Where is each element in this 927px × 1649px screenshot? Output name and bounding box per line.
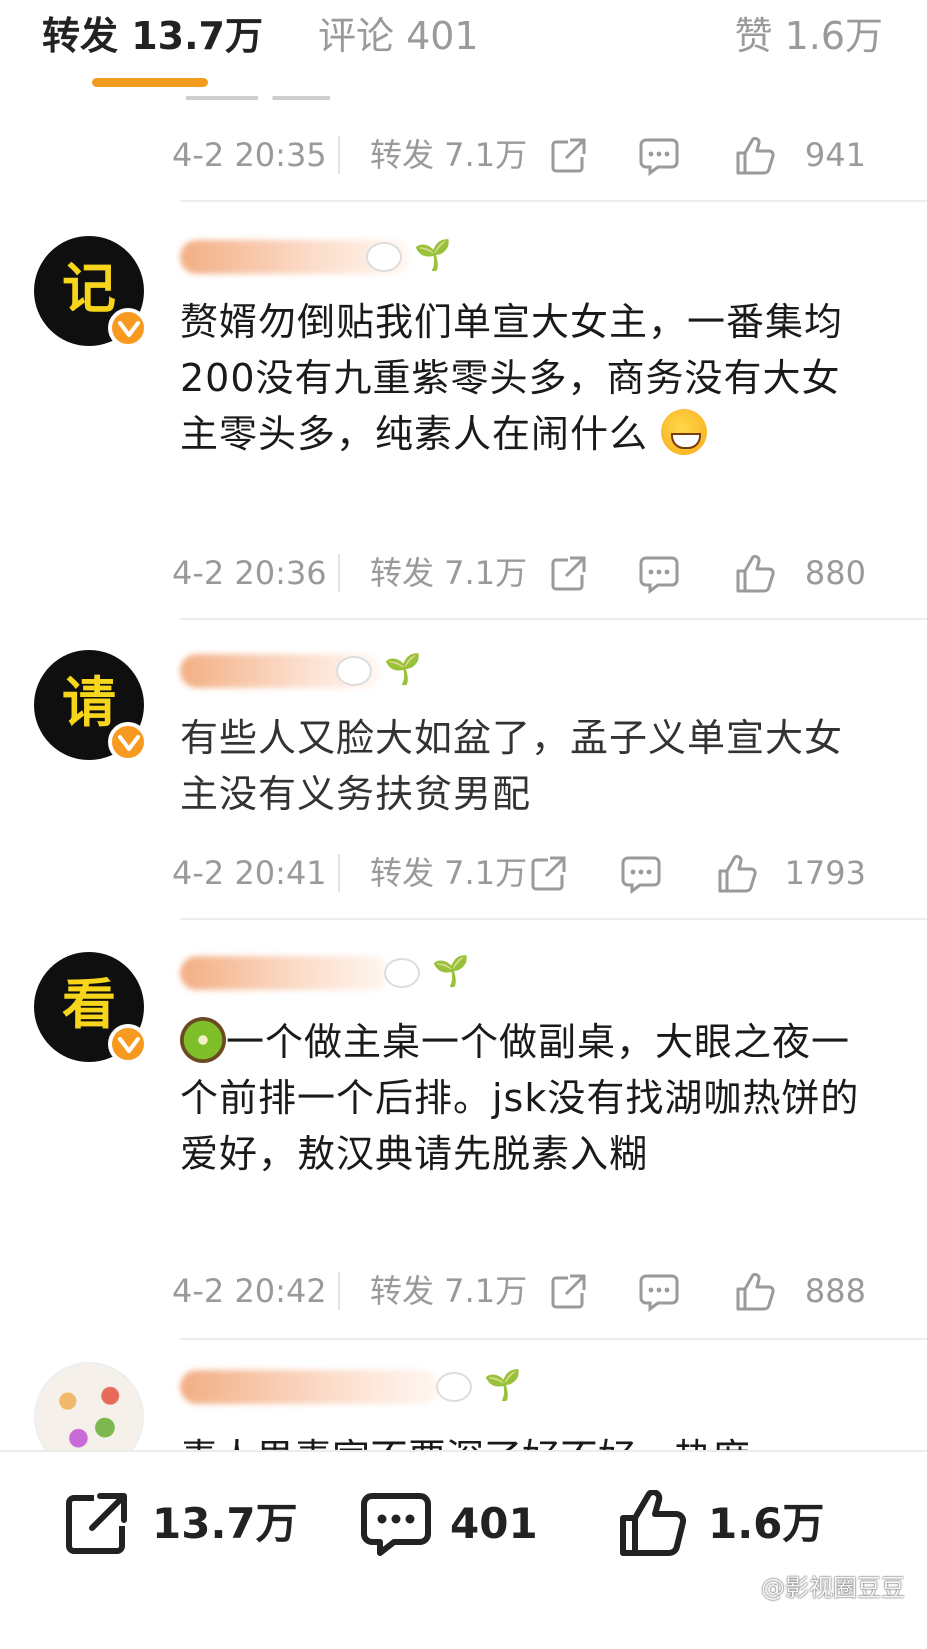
username-blurred[interactable]: 🌱: [180, 650, 422, 694]
kiwi-emoji: [180, 1017, 226, 1063]
share-icon: [66, 1493, 127, 1554]
fan-badge-icon: [436, 1372, 472, 1402]
comment-time: 4-2 20:36: [172, 554, 327, 592]
comment-meta: 4-2 20:41 转发 7.1万 1793: [172, 848, 866, 898]
like-icon[interactable]: [734, 1272, 776, 1326]
tab-reposts[interactable]: 转发 13.7万: [42, 8, 263, 64]
repost-count[interactable]: 转发 7.1万: [370, 1266, 527, 1316]
active-tab-indicator: [92, 78, 208, 87]
comment-text: 赘婿勿倒贴我们单宣大女主，一番集均200没有九重紫零头多，商务没有大女主零头多，…: [180, 300, 844, 456]
like-icon[interactable]: [734, 136, 776, 190]
comment-icon[interactable]: [620, 854, 662, 908]
divider: [180, 1338, 927, 1340]
comment-icon[interactable]: [638, 554, 680, 608]
watermark: @影视圈豆豆: [761, 1574, 905, 1602]
sprout-icon: 🌱: [414, 238, 452, 273]
share-icon[interactable]: [548, 554, 588, 608]
fan-badge-icon: [366, 242, 402, 272]
avatar[interactable]: 看: [34, 952, 148, 1064]
comment-button[interactable]: 401: [360, 1484, 560, 1564]
comment-time: 4-2 20:42: [172, 1272, 327, 1310]
like-icon: [620, 1490, 687, 1557]
tab-bar: 转发 13.7万 评论 401 赞 1.6万: [0, 0, 927, 96]
sprout-icon: 🌱: [484, 1368, 522, 1403]
comment-text: 一个做主桌一个做副桌，大眼之夜一个前排一个后排。jsk没有找湖咖热饼的爱好，敖汉…: [180, 1014, 860, 1182]
comment-meta: 4-2 20:35 转发 7.1万 941: [172, 130, 866, 180]
comment-icon: [361, 1493, 431, 1556]
avatar[interactable]: 记: [34, 236, 148, 348]
fan-badge-icon: [384, 958, 420, 988]
repost-count[interactable]: 转发 7.1万: [370, 548, 527, 598]
like-count: 880: [804, 554, 866, 592]
repost-button[interactable]: 13.7万: [62, 1484, 302, 1564]
comment-time: 4-2 20:35: [172, 136, 327, 174]
comment-meta: 4-2 20:36 转发 7.1万 880: [172, 548, 866, 598]
blurred-name: [180, 1370, 440, 1404]
bottom-action-bar: 13.7万 401 1.6万 @影视圈豆豆: [0, 1450, 927, 1649]
divider: [180, 200, 927, 202]
comment-meta: 4-2 20:42 转发 7.1万 888: [172, 1266, 866, 1316]
username-blurred[interactable]: 🌱: [180, 1366, 521, 1410]
repost-count[interactable]: 转发 7.1万: [370, 130, 527, 180]
blurred-name: [180, 956, 390, 990]
share-icon[interactable]: [548, 136, 588, 190]
verified-badge-icon: [108, 1024, 148, 1064]
comment-total: 401: [450, 1499, 538, 1548]
like-icon[interactable]: [716, 854, 758, 908]
like-button[interactable]: 1.6万: [618, 1484, 858, 1564]
repost-count[interactable]: 转发 7.1万: [370, 848, 527, 898]
like-count: 888: [804, 1272, 866, 1310]
meta-divider: [338, 136, 340, 174]
share-icon[interactable]: [528, 854, 568, 908]
verified-badge-icon: [108, 722, 148, 762]
divider: [180, 618, 927, 620]
sprout-icon: 🌱: [432, 954, 470, 989]
tab-comments[interactable]: 评论 401: [318, 8, 479, 64]
meta-divider: [338, 554, 340, 592]
repost-total: 13.7万: [152, 1499, 298, 1548]
like-count: 941: [804, 136, 866, 174]
username-blurred[interactable]: 🌱: [180, 952, 469, 996]
comment-text: 有些人又脸大如盆了，孟子义单宣大女主没有义务扶贫男配: [180, 716, 844, 816]
avatar[interactable]: 请: [34, 650, 148, 762]
comment-icon[interactable]: [638, 136, 680, 190]
divider: [180, 918, 927, 920]
tab-likes[interactable]: 赞 1.6万: [734, 8, 883, 64]
verified-badge-icon: [108, 308, 148, 348]
sprout-icon: 🌱: [384, 652, 422, 687]
share-icon[interactable]: [548, 1272, 588, 1326]
grinning-sweat-emoji: [661, 409, 708, 455]
meta-divider: [338, 1272, 340, 1310]
fan-badge-icon: [336, 656, 372, 686]
like-icon[interactable]: [734, 554, 776, 608]
like-count: 1793: [784, 854, 866, 892]
username-blurred[interactable]: 🌱: [180, 236, 451, 280]
like-total: 1.6万: [708, 1499, 825, 1548]
meta-divider: [338, 854, 340, 892]
comment-icon[interactable]: [638, 1272, 680, 1326]
comment-time: 4-2 20:41: [172, 854, 327, 892]
